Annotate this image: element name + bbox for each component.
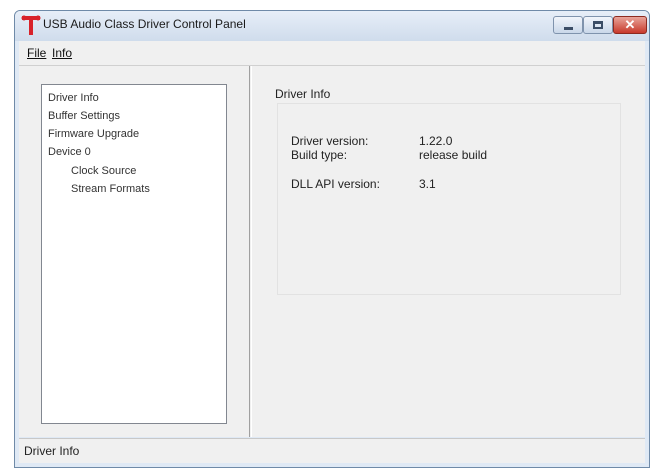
minimize-button[interactable] [553, 16, 583, 34]
maximize-button[interactable] [583, 16, 613, 34]
status-bar: Driver Info [19, 438, 645, 463]
menu-bar: File Info [19, 41, 645, 66]
driver-info-panel: Driver Info Driver version: 1.22.0 Build… [253, 70, 645, 437]
navigation-tree: Driver Info Buffer Settings Firmware Upg… [41, 84, 227, 424]
panel-title: Driver Info [275, 87, 331, 101]
dll-api-version-value: 3.1 [419, 177, 436, 191]
build-type-label: Build type: [291, 148, 348, 162]
tree-item-device-0[interactable]: Device 0 [48, 146, 91, 158]
tree-item-stream-formats[interactable]: Stream Formats [71, 183, 150, 195]
maximize-icon [593, 21, 603, 29]
title-bar[interactable]: USB Audio Class Driver Control Panel ✕ [15, 11, 649, 41]
driver-version-value: 1.22.0 [419, 134, 453, 148]
app-logo-icon [21, 15, 41, 35]
app-window: USB Audio Class Driver Control Panel ✕ F… [14, 10, 650, 468]
tree-item-clock-source[interactable]: Clock Source [71, 165, 136, 177]
dll-api-version-label: DLL API version: [291, 177, 380, 191]
tree-item-firmware-upgrade[interactable]: Firmware Upgrade [48, 128, 139, 140]
tree-item-driver-info[interactable]: Driver Info [48, 92, 99, 104]
close-icon: ✕ [624, 17, 636, 32]
window-title: USB Audio Class Driver Control Panel [43, 17, 246, 31]
driver-version-label: Driver version: [291, 134, 369, 148]
pane-splitter[interactable] [249, 66, 252, 437]
close-button[interactable]: ✕ [613, 16, 647, 34]
status-text: Driver Info [24, 444, 80, 458]
menu-info[interactable]: Info [52, 46, 72, 60]
menu-file[interactable]: File [27, 46, 46, 60]
tree-item-buffer-settings[interactable]: Buffer Settings [48, 110, 120, 122]
client-area: Driver Info Buffer Settings Firmware Upg… [19, 66, 645, 437]
minimize-icon [564, 27, 573, 30]
build-type-value: release build [419, 148, 488, 162]
info-group [277, 103, 621, 295]
